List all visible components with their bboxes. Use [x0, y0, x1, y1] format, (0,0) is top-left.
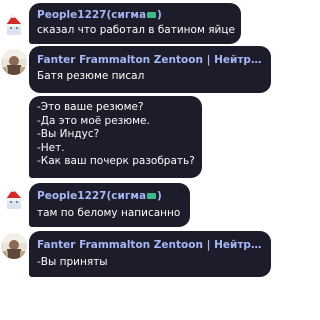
- author-name-suffix: ): [157, 9, 162, 21]
- message-line: там по белому написанно: [37, 207, 181, 219]
- santa-hat-avatar-icon: [1, 186, 27, 212]
- message-line: Батя резюме писал: [37, 70, 145, 82]
- message-text: -Вы приняты: [37, 254, 263, 270]
- message-line: -Вы Индус?: [37, 128, 100, 140]
- message-line: -Это ваше резюме?: [37, 101, 144, 113]
- message-text: Батя резюме писал: [37, 69, 263, 84]
- message-author[interactable]: Fanter Frammalton Zentoon | Нейтралит...: [37, 231, 263, 254]
- avatar-people1227[interactable]: [1, 12, 27, 38]
- author-name: Fanter Frammalton Zentoon | Нейтралит...: [37, 239, 263, 251]
- message-text: там по белому написанно: [37, 205, 182, 221]
- message-text: -Это ваше резюме? -Да это моё резюме. -В…: [37, 101, 195, 169]
- message-line: -Нет.: [37, 141, 65, 154]
- author-name-suffix: ): [157, 190, 162, 202]
- author-name: Fanter Frammalton Zentoon | Нейтралит...: [37, 54, 263, 66]
- message-line: -Как ваш почерк разобрать?: [37, 155, 195, 167]
- author-name: People1227(сигма: [37, 9, 147, 21]
- message-bubble: Fanter Frammalton Zentoon | Нейтралит...…: [29, 231, 271, 277]
- avatar-fanter[interactable]: [1, 49, 27, 75]
- message-bubble: Fanter Frammalton Zentoon | Нейтралит...…: [29, 46, 271, 93]
- santa-hat-avatar-icon: [1, 12, 27, 38]
- message-text: сказал что работал в батином яйце: [37, 24, 235, 38]
- message-bubble: People1227(сигма) сказал что работал в б…: [29, 3, 241, 44]
- message-bubble: People1227(сигма) там по белому написанн…: [29, 183, 190, 227]
- green-chip-icon: [147, 12, 157, 18]
- avatar-people1227[interactable]: [1, 186, 27, 212]
- message-line: -Вы приняты: [37, 256, 108, 268]
- author-name: People1227(сигма: [37, 190, 147, 202]
- message-author[interactable]: People1227(сигма): [37, 3, 233, 24]
- photo-avatar-icon: [1, 233, 27, 259]
- message-author[interactable]: People1227(сигма): [37, 183, 182, 205]
- green-chip-icon: [147, 193, 157, 199]
- message-bubble: -Это ваше резюме? -Да это моё резюме. -В…: [29, 96, 202, 178]
- message-line: сказал что работал в батином яйце: [37, 24, 235, 36]
- message-line: -Да это моё резюме.: [37, 114, 150, 127]
- message-author[interactable]: Fanter Frammalton Zentoon | Нейтралит...: [37, 46, 263, 69]
- avatar-fanter[interactable]: [1, 233, 27, 259]
- photo-avatar-icon: [1, 49, 27, 75]
